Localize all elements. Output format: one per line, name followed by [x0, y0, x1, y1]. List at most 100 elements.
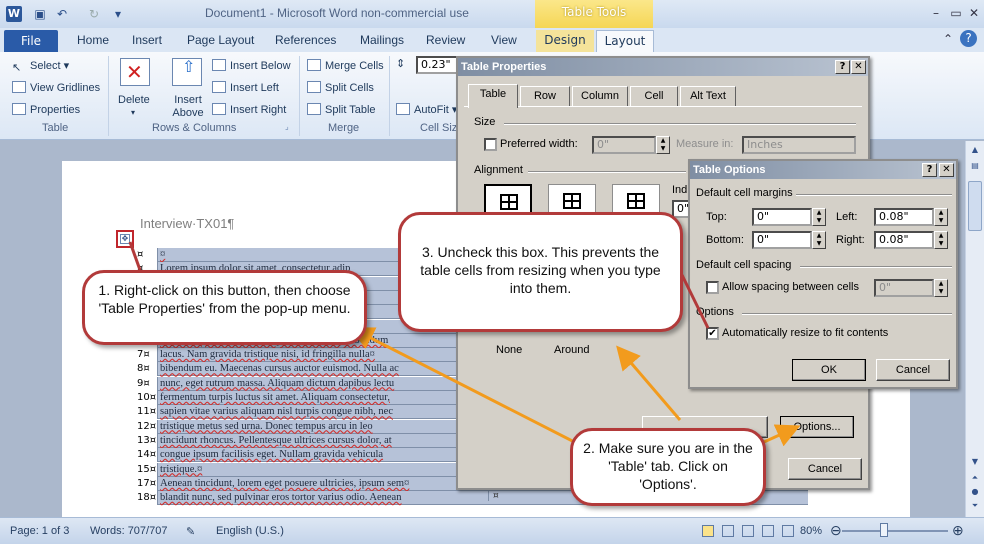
tab-design[interactable]: Design [536, 30, 594, 52]
cancel-button[interactable]: Cancel [876, 359, 950, 381]
row-number-cell[interactable]: 17¤ [133, 476, 158, 491]
save-icon[interactable]: ▣ [32, 6, 48, 22]
preferred-width-spinner[interactable]: ▲ ▼ [656, 136, 670, 154]
row-text-cell[interactable]: bibendum eu. Maecenas cursus auctor euis… [160, 362, 399, 376]
ok-button[interactable]: OK [792, 359, 866, 381]
row-number-cell[interactable]: 11¤ [133, 405, 158, 420]
row-text-cell[interactable]: congue ipsum facilisis eget. Nullam grav… [160, 448, 383, 462]
tab-file[interactable]: File [4, 30, 58, 52]
tab-row[interactable]: Row [520, 86, 570, 106]
close-icon[interactable]: ✕ [939, 163, 954, 177]
properties-button[interactable]: Properties [12, 103, 80, 116]
left-margin-spinner[interactable]: ▲ ▼ [934, 208, 948, 226]
right-margin-input[interactable]: 0.08" [874, 231, 934, 249]
row-text-cell[interactable]: ¤ [160, 248, 165, 262]
tab-home[interactable]: Home [77, 33, 109, 47]
top-margin-input[interactable]: 0" [752, 208, 812, 226]
zoom-slider[interactable] [842, 530, 948, 532]
print-layout-icon[interactable] [702, 525, 714, 537]
right-margin-spinner[interactable]: ▲ ▼ [934, 231, 948, 249]
rows-columns-launcher-icon[interactable]: ⌟ [285, 122, 289, 131]
vertical-scrollbar[interactable]: ▲ ▤ ▼ ⏶ ● ⏷ [965, 141, 984, 517]
close-icon[interactable]: ✕ [851, 60, 866, 74]
row-number-cell[interactable]: 7¤ [133, 348, 158, 363]
row-text-cell[interactable]: Aenean tincidunt, lorem eget posuere ult… [160, 477, 409, 491]
tab-cell[interactable]: Cell [630, 86, 678, 106]
tab-alt-text[interactable]: Alt Text [680, 86, 736, 106]
language-status[interactable]: English (U.S.) [216, 525, 284, 537]
row-text-cell[interactable]: nunc, eget rutrum massa. Aliquam dictum … [160, 377, 394, 391]
wrap-none-label[interactable]: None [496, 344, 522, 356]
allow-spacing-checkbox[interactable] [706, 281, 719, 294]
row-number-cell[interactable]: ¤ [133, 248, 158, 262]
restore-icon[interactable]: ▭ [946, 4, 966, 22]
wrap-around-label[interactable]: Around [554, 344, 589, 356]
tab-column[interactable]: Column [572, 86, 628, 106]
browse-object-icon[interactable]: ● [968, 485, 982, 499]
insert-below-button[interactable]: Insert Below [212, 59, 291, 72]
row-text-cell[interactable]: tristique.¤ [160, 463, 202, 477]
row-text-cell[interactable]: tincidunt rhoncus. Pellentesque ultrices… [160, 434, 392, 448]
row-text-cell[interactable]: lacus. Nam gravida tristique nisi, id fr… [160, 348, 375, 362]
spacing-input[interactable]: 0" [874, 279, 934, 297]
zoom-out-icon[interactable]: ⊖ [830, 522, 842, 539]
autofit-button[interactable]: AutoFit ▾ [396, 103, 457, 116]
tab-mailings[interactable]: Mailings [360, 33, 404, 47]
close-icon[interactable]: ✕ [964, 4, 984, 22]
row-number-cell[interactable]: 15¤ [133, 462, 158, 477]
row-number-cell[interactable]: 13¤ [133, 433, 158, 448]
top-margin-spinner[interactable]: ▲ ▼ [812, 208, 826, 226]
scroll-thumb[interactable] [968, 181, 982, 231]
row-number-cell[interactable]: 12¤ [133, 419, 158, 434]
full-screen-icon[interactable] [722, 525, 734, 537]
customize-qat-icon[interactable]: ▾ [110, 6, 126, 22]
insert-left-button[interactable]: Insert Left [212, 81, 279, 94]
undo-icon[interactable]: ↶ [54, 6, 70, 22]
row-text-cell[interactable]: tristique metus sed urna. Donec tempus a… [160, 420, 373, 434]
row-text-cell[interactable]: sapien vitae varius aliquam nisl turpis … [160, 405, 393, 419]
tab-layout[interactable]: Layout [596, 30, 654, 53]
insert-above-icon[interactable]: ⇧ [172, 57, 202, 86]
row-text-cell[interactable]: blandit nunc, sed pulvinar eros tortor v… [160, 491, 401, 505]
word-count[interactable]: Words: 707/707 [90, 525, 167, 537]
cancel-button[interactable]: Cancel [788, 458, 862, 480]
row-number-cell[interactable]: 8¤ [133, 362, 158, 377]
help-icon[interactable]: ? [960, 30, 977, 47]
table-move-handle[interactable]: ✥ [116, 230, 134, 248]
minimize-ribbon-icon[interactable]: ⌃ [938, 30, 958, 48]
tab-table[interactable]: Table [468, 84, 518, 108]
spacing-spinner[interactable]: ▲ ▼ [934, 279, 948, 297]
view-gridlines-button[interactable]: View Gridlines [12, 81, 100, 94]
cell-height-input[interactable]: 0.23" [416, 56, 460, 74]
tab-review[interactable]: Review [426, 33, 465, 47]
proofing-icon[interactable]: ✎ [186, 525, 195, 538]
zoom-level[interactable]: 80% [800, 525, 822, 537]
tab-insert[interactable]: Insert [132, 33, 162, 47]
select-button[interactable]: ↖ Select ▾ [12, 59, 69, 74]
next-page-icon[interactable]: ⏷ [968, 499, 982, 513]
zoom-slider-thumb[interactable] [880, 523, 888, 537]
word-app-icon[interactable]: W [6, 6, 22, 22]
row-text-cell[interactable]: fermentum turpis luctus sit amet. Aliqua… [160, 391, 390, 405]
row-number-cell[interactable]: 14¤ [133, 448, 158, 463]
help-icon[interactable]: ? [835, 60, 850, 74]
bottom-margin-input[interactable]: 0" [752, 231, 812, 249]
help-icon[interactable]: ? [922, 163, 937, 177]
tab-page-layout[interactable]: Page Layout [187, 33, 254, 47]
insert-right-button[interactable]: Insert Right [212, 103, 286, 116]
delete-icon[interactable]: ✕ [120, 58, 150, 86]
delete-button[interactable]: Delete [118, 94, 150, 106]
ruler-icon[interactable]: ▤ [968, 159, 982, 173]
preferred-width-input[interactable]: 0" [592, 136, 656, 154]
options-button[interactable]: Options... [780, 416, 854, 438]
split-cells-button[interactable]: Split Cells [307, 81, 374, 94]
split-table-button[interactable]: Split Table [307, 103, 376, 116]
delete-dropdown-icon[interactable]: ▾ [131, 108, 135, 117]
row-number-cell[interactable]: 18¤ [133, 491, 158, 506]
left-margin-input[interactable]: 0.08" [874, 208, 934, 226]
tab-view[interactable]: View [491, 33, 517, 47]
tab-references[interactable]: References [275, 33, 336, 47]
minimize-icon[interactable]: – [926, 4, 946, 22]
bottom-margin-spinner[interactable]: ▲ ▼ [812, 231, 826, 249]
measure-in-select[interactable]: Inches [742, 136, 856, 154]
